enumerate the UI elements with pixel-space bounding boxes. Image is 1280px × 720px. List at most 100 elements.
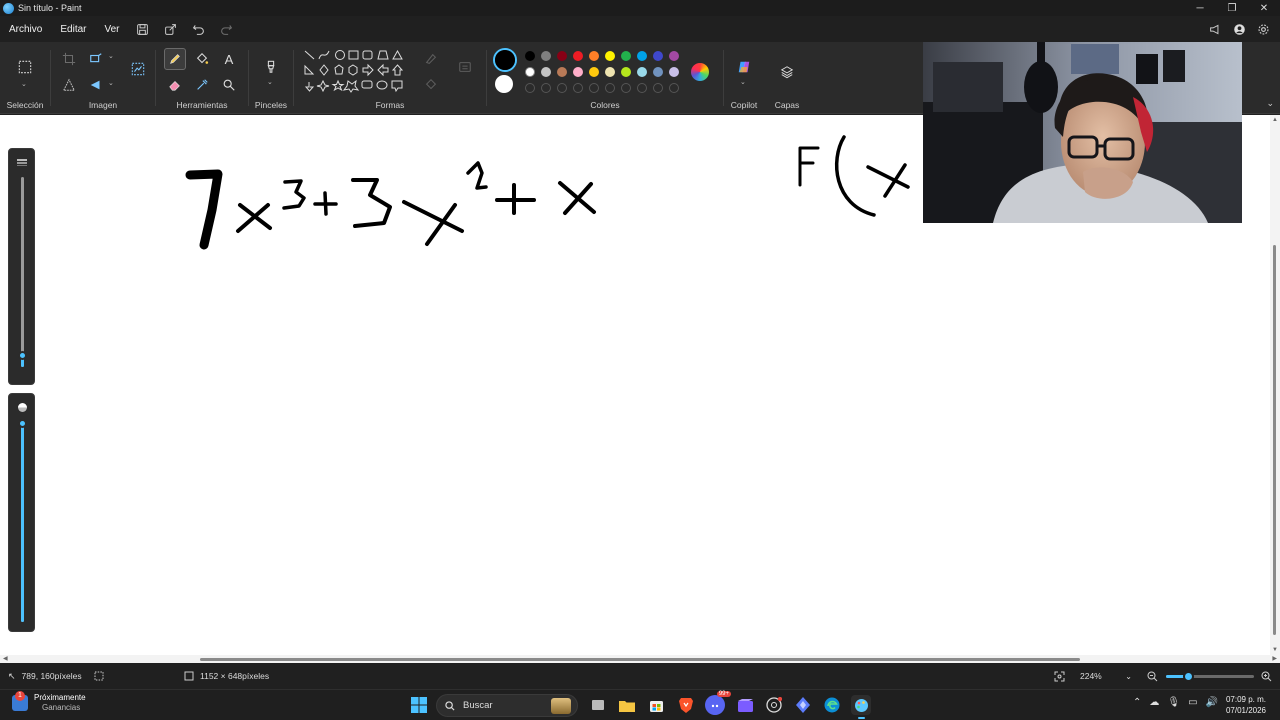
color-swatch[interactable] — [557, 67, 567, 77]
display-icon[interactable]: ▭ — [1188, 697, 1197, 708]
color-swatch[interactable] — [525, 67, 535, 77]
taskbar-search[interactable]: Buscar — [436, 694, 578, 717]
brush-icon[interactable] — [260, 56, 282, 78]
color-swatch[interactable] — [557, 51, 567, 61]
rotate-icon[interactable] — [85, 74, 107, 96]
resize-icon[interactable] — [85, 48, 107, 70]
custom-color-slot[interactable] — [653, 83, 663, 93]
copilot-icon[interactable] — [733, 56, 755, 78]
menu-file[interactable]: Archivo — [0, 16, 51, 42]
color-swatch[interactable] — [541, 51, 551, 61]
ribbon-collapse-chevron-icon[interactable]: ⌄ — [1266, 98, 1274, 109]
shape-outline-icon[interactable] — [420, 48, 442, 70]
edit-colors-icon[interactable] — [691, 63, 709, 81]
vertical-scrollbar[interactable]: ▲ ▼ — [1270, 115, 1280, 655]
color-swatch[interactable] — [541, 67, 551, 77]
menu-view[interactable]: Ver — [95, 16, 128, 42]
text-tool-icon[interactable]: A — [218, 48, 240, 70]
widgets-button[interactable]: 1 Próximamente Ganancias — [12, 691, 86, 713]
brush-size-knob[interactable] — [18, 350, 27, 360]
microphone-icon[interactable]: 🎙 — [1167, 697, 1180, 708]
volume-icon[interactable]: 🔊 — [1206, 697, 1218, 708]
color-swatch[interactable] — [637, 51, 647, 61]
fit-to-window-icon[interactable] — [1054, 663, 1065, 689]
save-icon[interactable] — [129, 18, 157, 40]
primary-color-swatch[interactable] — [495, 50, 515, 70]
custom-color-slot[interactable] — [605, 83, 615, 93]
scroll-down-arrow-icon[interactable]: ▼ — [1272, 647, 1278, 653]
custom-color-slot[interactable] — [637, 83, 647, 93]
shape-fill-icon[interactable] — [420, 74, 442, 96]
opacity-slider[interactable] — [8, 393, 35, 632]
custom-color-slot[interactable] — [573, 83, 583, 93]
custom-color-slot[interactable] — [525, 83, 535, 93]
obs-recording-icon[interactable] — [764, 695, 784, 715]
opacity-knob[interactable] — [18, 419, 27, 428]
file-explorer-icon[interactable] — [617, 695, 637, 715]
scroll-right-arrow-icon[interactable]: ▶ — [1272, 655, 1277, 662]
color-swatch[interactable] — [605, 67, 615, 77]
zoom-dropdown[interactable]: 224% ⌄ — [1080, 663, 1132, 689]
copilot-chevron-icon[interactable]: ⌄ — [740, 78, 746, 86]
discord-icon[interactable]: 99+ — [705, 691, 731, 715]
share-icon[interactable] — [157, 18, 185, 40]
scroll-left-arrow-icon[interactable]: ◀ — [3, 655, 8, 662]
scroll-up-arrow-icon[interactable]: ▲ — [1272, 117, 1278, 123]
undo-icon[interactable] — [185, 18, 213, 40]
color-swatch[interactable] — [621, 67, 631, 77]
tray-overflow-chevron-icon[interactable]: ⌃ — [1133, 697, 1141, 708]
color-swatch[interactable] — [589, 51, 599, 61]
shapes-gallery[interactable] — [302, 48, 414, 98]
color-swatch[interactable] — [637, 67, 647, 77]
brush-size-track[interactable] — [21, 177, 24, 367]
color-swatch[interactable] — [573, 51, 583, 61]
flip-icon[interactable] — [58, 74, 80, 96]
tray-app-icon[interactable]: ☁ — [1149, 697, 1159, 708]
brush-chevron-icon[interactable]: ⌄ — [267, 78, 273, 86]
video-editor-icon[interactable] — [735, 695, 755, 715]
paint-taskbar-icon[interactable] — [851, 695, 871, 719]
taskbar-clock[interactable]: 07:09 p. m. 07/01/2026 — [1226, 694, 1266, 716]
feedback-icon[interactable] — [1204, 18, 1226, 40]
magnifier-icon[interactable] — [218, 74, 240, 96]
color-swatch[interactable] — [573, 67, 583, 77]
color-swatch[interactable] — [653, 51, 663, 61]
zoom-in-icon[interactable] — [1261, 663, 1272, 689]
custom-color-slot[interactable] — [669, 83, 679, 93]
task-view-icon[interactable] — [588, 695, 608, 715]
crop-icon[interactable] — [58, 48, 80, 70]
brave-browser-icon[interactable] — [676, 695, 696, 715]
select-rectangle-icon[interactable] — [14, 56, 36, 78]
eraser-icon[interactable] — [164, 74, 186, 96]
selection-chevron-icon[interactable]: ⌄ — [21, 80, 27, 88]
resize-chevron-icon[interactable]: ⌄ — [108, 52, 114, 60]
microsoft-store-icon[interactable] — [646, 695, 666, 715]
color-swatch[interactable] — [525, 51, 535, 61]
zoom-out-icon[interactable] — [1147, 663, 1158, 689]
custom-color-slot[interactable] — [621, 83, 631, 93]
horizontal-scrollbar[interactable]: ◀ ▶ — [0, 655, 1280, 663]
layers-icon[interactable] — [776, 61, 798, 83]
vertical-scroll-thumb[interactable] — [1273, 245, 1276, 635]
redo-icon[interactable] — [213, 18, 241, 40]
maximize-button[interactable]: ❐ — [1216, 0, 1248, 16]
zoom-slider-knob[interactable] — [1182, 671, 1194, 682]
color-swatch[interactable] — [669, 51, 679, 61]
custom-color-slot[interactable] — [557, 83, 567, 93]
color-swatch[interactable] — [589, 67, 599, 77]
pencil-icon[interactable] — [164, 48, 186, 70]
color-swatch[interactable] — [605, 51, 615, 61]
horizontal-scroll-thumb[interactable] — [200, 658, 1080, 661]
start-windows-icon[interactable] — [409, 695, 429, 715]
visual-studio-icon[interactable] — [793, 695, 813, 715]
minimize-button[interactable]: ─ — [1184, 0, 1216, 16]
close-button[interactable]: ✕ — [1248, 0, 1280, 16]
edge-browser-icon[interactable] — [822, 695, 842, 715]
color-picker-icon[interactable] — [191, 74, 213, 96]
brush-size-slider[interactable] — [8, 148, 35, 385]
color-swatch[interactable] — [653, 67, 663, 77]
secondary-color-swatch[interactable] — [495, 75, 513, 93]
account-icon[interactable] — [1228, 18, 1250, 40]
settings-gear-icon[interactable] — [1252, 18, 1274, 40]
menu-edit[interactable]: Editar — [51, 16, 95, 42]
